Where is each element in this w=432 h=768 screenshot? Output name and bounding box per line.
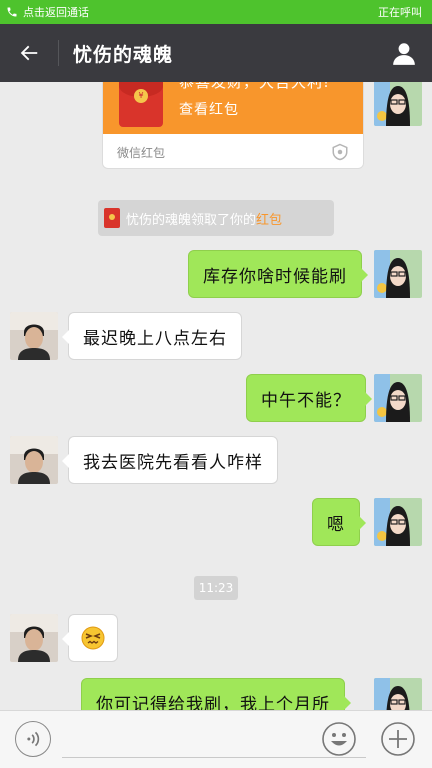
title-divider bbox=[58, 40, 59, 66]
notice-link-red-packet[interactable]: 红包 bbox=[256, 209, 282, 228]
my-avatar[interactable] bbox=[374, 82, 422, 126]
avatar-image bbox=[10, 312, 58, 360]
voice-wave-icon bbox=[27, 731, 40, 747]
chat-info-button[interactable] bbox=[376, 24, 432, 82]
my-avatar[interactable] bbox=[374, 374, 422, 422]
my-avatar[interactable] bbox=[374, 678, 422, 710]
message-bubble-incoming[interactable]: 我去医院先看看人咋样 bbox=[62, 436, 278, 484]
my-avatar[interactable] bbox=[374, 250, 422, 298]
voice-input-button[interactable] bbox=[15, 721, 51, 757]
contact-avatar[interactable] bbox=[10, 614, 58, 662]
avatar-image bbox=[374, 498, 422, 546]
contact-avatar[interactable] bbox=[10, 436, 58, 484]
avatar-image bbox=[10, 436, 58, 484]
message-text: 你可记得给我刷，我上个月所 bbox=[96, 694, 330, 711]
message-list[interactable]: ¥ 恭喜发财，大吉大利! 查看红包 微信红包 忧伤的魂魄领取了你的 红包 库存你… bbox=[0, 82, 432, 710]
red-packet-claimed-notice: 忧伤的魂魄领取了你的 红包 bbox=[98, 200, 334, 236]
message-text: 中午不能？ bbox=[261, 390, 351, 411]
red-envelope-icon: ¥ bbox=[119, 82, 163, 127]
message-text: 最迟晚上八点左右 bbox=[83, 328, 227, 349]
red-packet-card[interactable]: ¥ 恭喜发财，大吉大利! 查看红包 微信红包 bbox=[102, 82, 364, 169]
message-bubble-outgoing[interactable]: 嗯 bbox=[312, 498, 366, 546]
avatar-image bbox=[374, 250, 422, 298]
smiley-icon bbox=[322, 722, 356, 756]
avatar-image bbox=[374, 678, 422, 710]
message-bubble-incoming[interactable]: 😣 bbox=[62, 614, 118, 662]
red-packet-action: 查看红包 bbox=[179, 102, 239, 118]
red-envelope-mini-icon bbox=[104, 208, 120, 228]
my-avatar[interactable] bbox=[374, 498, 422, 546]
phone-icon bbox=[7, 7, 17, 17]
back-button[interactable] bbox=[0, 24, 58, 82]
calling-status: 正在呼叫 bbox=[378, 6, 422, 19]
back-arrow-icon bbox=[20, 45, 38, 61]
message-bubble-outgoing[interactable]: 你可记得给我刷，我上个月所 bbox=[81, 678, 351, 711]
message-text: 库存你啥时候能刷 bbox=[203, 266, 347, 287]
persevering-face-emoji-icon bbox=[81, 626, 105, 650]
timestamp: 11:23 bbox=[194, 576, 238, 600]
message-text: 嗯 bbox=[327, 514, 345, 535]
message-bubble-outgoing[interactable]: 库存你啥时候能刷 bbox=[188, 250, 368, 298]
message-bubble-outgoing[interactable]: 中午不能？ bbox=[246, 374, 372, 422]
avatar-image bbox=[374, 374, 422, 422]
call-banner[interactable]: 点击返回通话 正在呼叫 bbox=[0, 0, 432, 24]
plus-icon bbox=[381, 722, 415, 756]
notice-text: 忧伤的魂魄领取了你的 bbox=[126, 212, 257, 228]
emoji-button[interactable] bbox=[321, 721, 357, 757]
chat-title: 忧伤的魂魄 bbox=[73, 43, 174, 66]
contact-avatar[interactable] bbox=[10, 312, 58, 360]
title-bar: 忧伤的魂魄 bbox=[0, 24, 432, 82]
message-input[interactable] bbox=[62, 757, 366, 758]
avatar-image bbox=[374, 82, 422, 126]
message-bubble-incoming[interactable]: 最迟晚上八点左右 bbox=[62, 312, 242, 360]
input-bar bbox=[0, 710, 432, 768]
avatar-image bbox=[10, 614, 58, 662]
red-packet-footer: 微信红包 bbox=[117, 145, 166, 160]
person-icon bbox=[393, 43, 415, 65]
return-to-call-label: 点击返回通话 bbox=[23, 6, 89, 19]
more-actions-button[interactable] bbox=[380, 721, 416, 757]
message-text: 我去医院先看看人咋样 bbox=[83, 452, 263, 473]
red-packet-greeting: 恭喜发财，大吉大利! bbox=[179, 82, 331, 91]
wechat-pay-icon bbox=[332, 143, 348, 161]
